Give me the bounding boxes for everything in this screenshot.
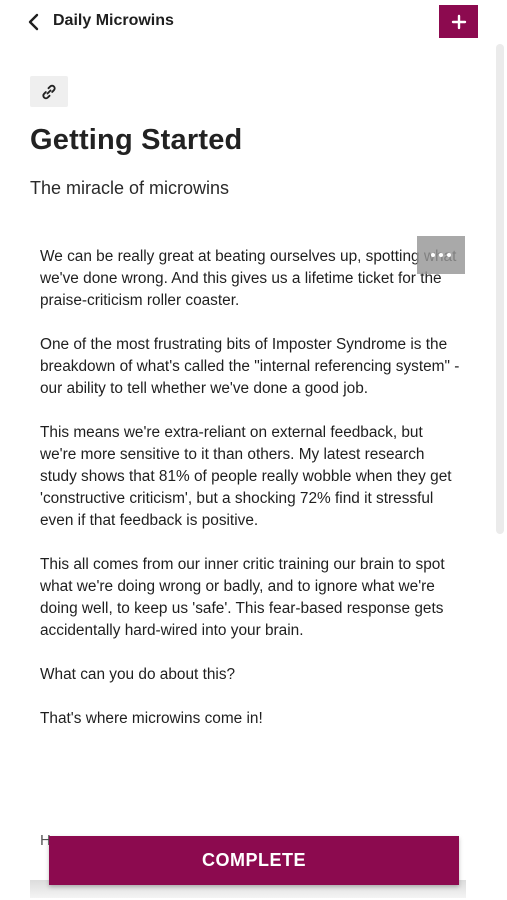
chevron-left-icon bbox=[28, 13, 39, 31]
page-subtitle: The miracle of microwins bbox=[30, 178, 230, 198]
scrollbar[interactable] bbox=[496, 44, 504, 534]
app-header: Daily Microwins bbox=[0, 0, 507, 44]
complete-button[interactable]: COMPLETE bbox=[49, 836, 459, 885]
back-button[interactable] bbox=[22, 11, 44, 33]
more-horizontal-icon bbox=[431, 253, 451, 257]
link-icon bbox=[42, 84, 56, 99]
more-options-button[interactable] bbox=[417, 236, 465, 274]
article-paragraph: This all comes from our inner critic tra… bbox=[40, 556, 445, 639]
article-paragraph: What can you do about this? bbox=[40, 666, 236, 683]
header-title: Daily Microwins bbox=[53, 12, 174, 29]
article-paragraph: That's where microwins come in! bbox=[40, 710, 263, 727]
article-paragraph: We can be really great at beating oursel… bbox=[40, 248, 457, 309]
article-paragraph: This means we're extra-reliant on extern… bbox=[40, 424, 452, 529]
article-body: We can be really great at beating oursel… bbox=[40, 246, 460, 752]
add-button[interactable] bbox=[439, 5, 478, 38]
plus-icon bbox=[451, 14, 466, 29]
page-title: Getting Started bbox=[30, 124, 243, 156]
link-button[interactable] bbox=[30, 76, 68, 107]
article-paragraph: One of the most frustrating bits of Impo… bbox=[40, 336, 460, 397]
